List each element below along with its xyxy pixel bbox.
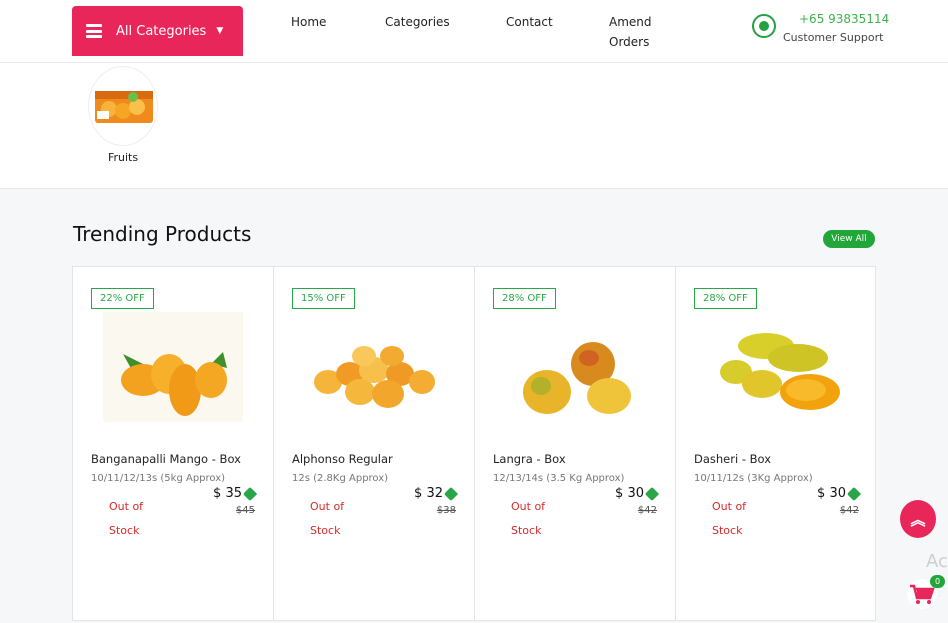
site-header: All Categories ▼ Home Categories Contact… [0, 0, 948, 63]
discount-badge: 28% OFF [694, 288, 757, 309]
price-tag-icon [846, 486, 862, 501]
category-fruits-image[interactable] [88, 66, 158, 146]
discount-badge: 15% OFF [292, 288, 355, 309]
product-price: $ 30 [817, 486, 862, 501]
product-card[interactable]: 15% OFF Alphonso Regular 12s (2.8Kg Appr… [274, 267, 475, 620]
product-name[interactable]: Alphonso Regular [292, 452, 393, 466]
product-desc: 12/13/14s (3.5 Kg Approx) [493, 473, 625, 484]
whatsapp-icon [752, 14, 776, 38]
product-desc: 10/11/12/13s (5kg Approx) [91, 473, 226, 484]
support-label: Customer Support [783, 31, 884, 44]
old-price: $42 [637, 505, 657, 516]
price-value: $ 30 [817, 486, 846, 501]
product-price: $ 30 [615, 486, 660, 501]
product-card[interactable]: 28% OFF Dasheri - Box 10/11/12s (3Kg App… [676, 267, 877, 620]
old-price: $45 [235, 505, 255, 516]
product-image[interactable] [103, 312, 243, 422]
trending-title: Trending Products [73, 222, 252, 246]
product-image[interactable] [706, 312, 846, 422]
product-name[interactable]: Langra - Box [493, 452, 566, 466]
product-name[interactable]: Banganapalli Mango - Box [91, 452, 241, 466]
activation-watermark: Act [926, 551, 948, 572]
price-value: $ 32 [414, 486, 443, 501]
nav-home[interactable]: Home [291, 12, 326, 32]
all-categories-button[interactable]: All Categories ▼ [72, 6, 243, 56]
product-card[interactable]: 22% OFF Banganapalli Mango - Box 10/11/1… [73, 267, 274, 620]
stock-status: Out of Stock [310, 500, 345, 537]
product-price: $ 32 [414, 486, 459, 501]
scroll-to-top-button[interactable]: ︽ [900, 500, 936, 538]
stock-status: Out of Stock [712, 500, 747, 537]
product-desc: 12s (2.8Kg Approx) [292, 473, 389, 484]
double-chevron-up-icon: ︽ [910, 510, 926, 529]
caret-down-icon: ▼ [216, 26, 224, 36]
price-value: $ 35 [213, 486, 242, 501]
price-tag-icon [242, 486, 258, 501]
product-image[interactable] [304, 312, 444, 422]
product-grid: 22% OFF Banganapalli Mango - Box 10/11/1… [72, 266, 876, 621]
category-fruits-label[interactable]: Fruits [92, 151, 154, 164]
price-value: $ 30 [615, 486, 644, 501]
category-strip: Fruits [0, 63, 948, 189]
product-price: $ 35 [213, 486, 258, 501]
discount-badge: 22% OFF [91, 288, 154, 309]
product-card[interactable]: 28% OFF Langra - Box 12/13/14s (3.5 Kg A… [475, 267, 676, 620]
nav-contact[interactable]: Contact [506, 12, 553, 32]
price-tag-icon [443, 486, 459, 501]
old-price: $38 [436, 505, 456, 516]
nav-amend-orders[interactable]: Amend Orders [609, 12, 665, 52]
product-desc: 10/11/12s (3Kg Approx) [694, 473, 813, 484]
old-price: $42 [839, 505, 859, 516]
support-phone[interactable]: +65 93835114 [799, 12, 889, 26]
nav-categories[interactable]: Categories [385, 12, 450, 32]
price-tag-icon [644, 486, 660, 501]
discount-badge: 28% OFF [493, 288, 556, 309]
product-name[interactable]: Dasheri - Box [694, 452, 771, 466]
view-all-button[interactable]: View All [823, 230, 875, 248]
cart-count-badge: 0 [930, 575, 945, 588]
stock-status: Out of Stock [511, 500, 546, 537]
product-image[interactable] [505, 312, 645, 422]
menu-icon [86, 24, 102, 38]
all-categories-label: All Categories [116, 23, 207, 39]
stock-status: Out of Stock [109, 500, 144, 537]
